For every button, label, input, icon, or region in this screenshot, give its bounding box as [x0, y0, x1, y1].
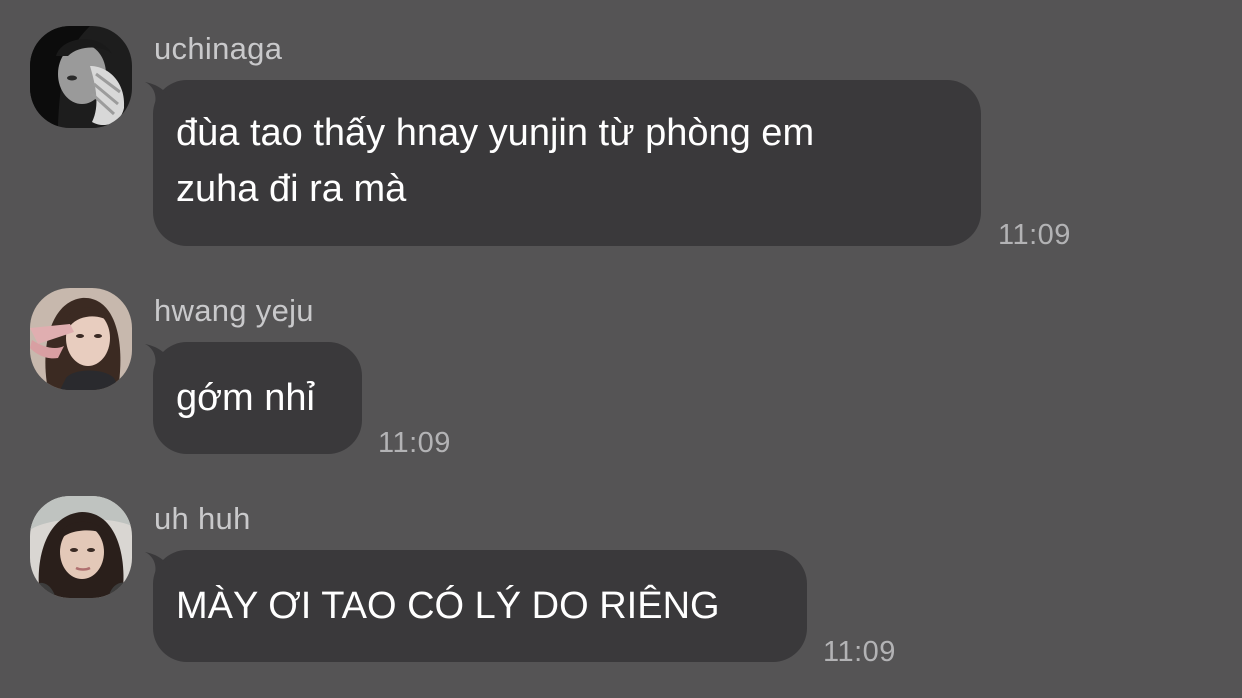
avatar[interactable] [30, 288, 132, 390]
avatar-photo-icon [30, 496, 132, 598]
avatar-photo-icon [30, 288, 132, 390]
chat-message-list[interactable]: uchinaga đùa tao thấy hnay yunjin từ phò… [0, 0, 1242, 698]
message-text: gớm nhỉ [176, 377, 315, 419]
bubble-tail-icon [145, 82, 171, 104]
sender-name: uchinaga [154, 31, 283, 66]
message-timestamp: 11:09 [823, 636, 896, 668]
sender-name: uh huh [154, 501, 251, 536]
bubble-tail-icon [145, 552, 171, 574]
sender-name: hwang yeju [154, 293, 314, 328]
avatar[interactable] [30, 496, 132, 598]
message-bubble[interactable]: MÀY ƠI TAO CÓ LÝ DO RIÊNG [145, 550, 807, 662]
message-timestamp: 11:09 [998, 219, 1071, 251]
avatar[interactable] [30, 26, 132, 128]
message-bubble[interactable]: đùa tao thấy hnay yunjin từ phòng em zuh… [145, 80, 981, 246]
message-text: MÀY ƠI TAO CÓ LÝ DO RIÊNG [176, 585, 720, 627]
avatar-photo-icon [30, 26, 132, 128]
bubble-tail-icon [145, 344, 171, 366]
message-timestamp: 11:09 [378, 427, 451, 459]
message-text: đùa tao thấy hnay yunjin từ phòng em zuh… [176, 112, 815, 210]
message-bubble[interactable]: gớm nhỉ [145, 342, 362, 454]
